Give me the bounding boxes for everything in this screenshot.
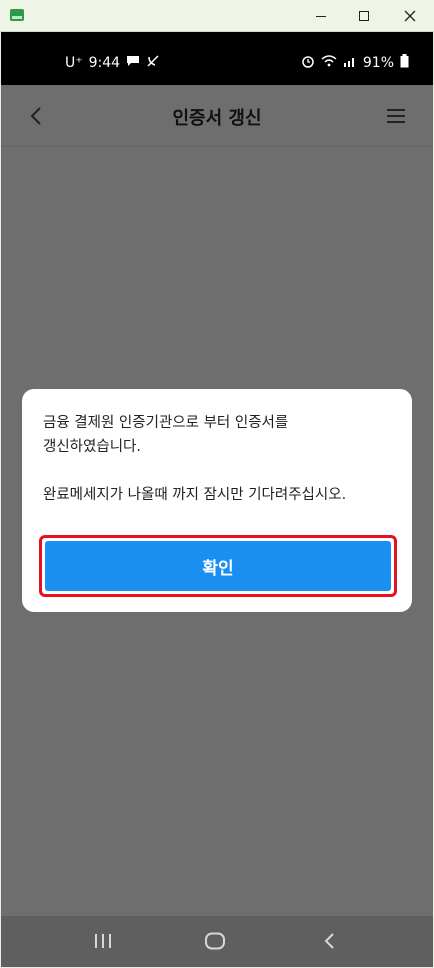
recents-button[interactable] — [83, 926, 123, 956]
carrier-label: U⁺ — [65, 54, 83, 71]
confirm-highlight: 확인 — [39, 535, 397, 597]
no-call-icon — [146, 54, 160, 71]
menu-button[interactable] — [381, 101, 411, 131]
dialog-line-1: 금융 결제원 인증기관으로 부터 인증서를 — [43, 415, 289, 431]
dialog-line-2: 갱신하였습니다. — [43, 439, 141, 455]
hamburger-menu-icon — [387, 109, 405, 123]
time-label: 9:44 — [88, 54, 121, 71]
close-icon — [404, 10, 416, 22]
window-title-bar — [0, 0, 434, 32]
battery-icon — [400, 54, 409, 71]
maximize-icon — [359, 11, 369, 21]
home-button[interactable] — [195, 926, 235, 956]
wifi-icon — [321, 55, 337, 70]
system-nav-bar — [1, 916, 433, 967]
back-icon — [324, 933, 334, 949]
app-bar: 인증서 갱신 — [1, 85, 433, 147]
dialog-message: 금융 결제원 인증기관으로 부터 인증서를 갱신하였습니다. 완료메세지가 나올… — [43, 411, 394, 507]
minimize-icon — [316, 15, 326, 17]
dialog-line-3: 완료메세지가 나올때 까지 잠시만 기다려주십시오. — [43, 487, 347, 503]
renewal-dialog: 금융 결제원 인증기관으로 부터 인증서를 갱신하였습니다. 완료메세지가 나올… — [22, 389, 412, 612]
nav-back-button[interactable] — [309, 926, 349, 956]
close-button[interactable] — [387, 0, 433, 32]
confirm-button[interactable]: 확인 — [45, 541, 391, 591]
status-right: 91% — [301, 54, 409, 71]
alarm-icon — [301, 54, 315, 71]
battery-label: 91% — [362, 54, 394, 71]
page-title: 인증서 갱신 — [172, 108, 262, 129]
minimize-button[interactable] — [298, 0, 344, 32]
maximize-button[interactable] — [341, 0, 387, 32]
message-icon — [126, 55, 140, 70]
status-bar: U⁺ 9:44 91% — [1, 32, 433, 85]
status-left: U⁺ 9:44 — [65, 54, 160, 71]
home-icon — [205, 932, 225, 950]
spreadsheet-app-icon — [10, 9, 24, 21]
signal-icon — [343, 55, 357, 70]
recents-icon — [95, 934, 111, 948]
phone-screen: U⁺ 9:44 91% 인증서 갱신 금융 결제원 인증기관으로 부터 인증서를… — [1, 32, 433, 967]
